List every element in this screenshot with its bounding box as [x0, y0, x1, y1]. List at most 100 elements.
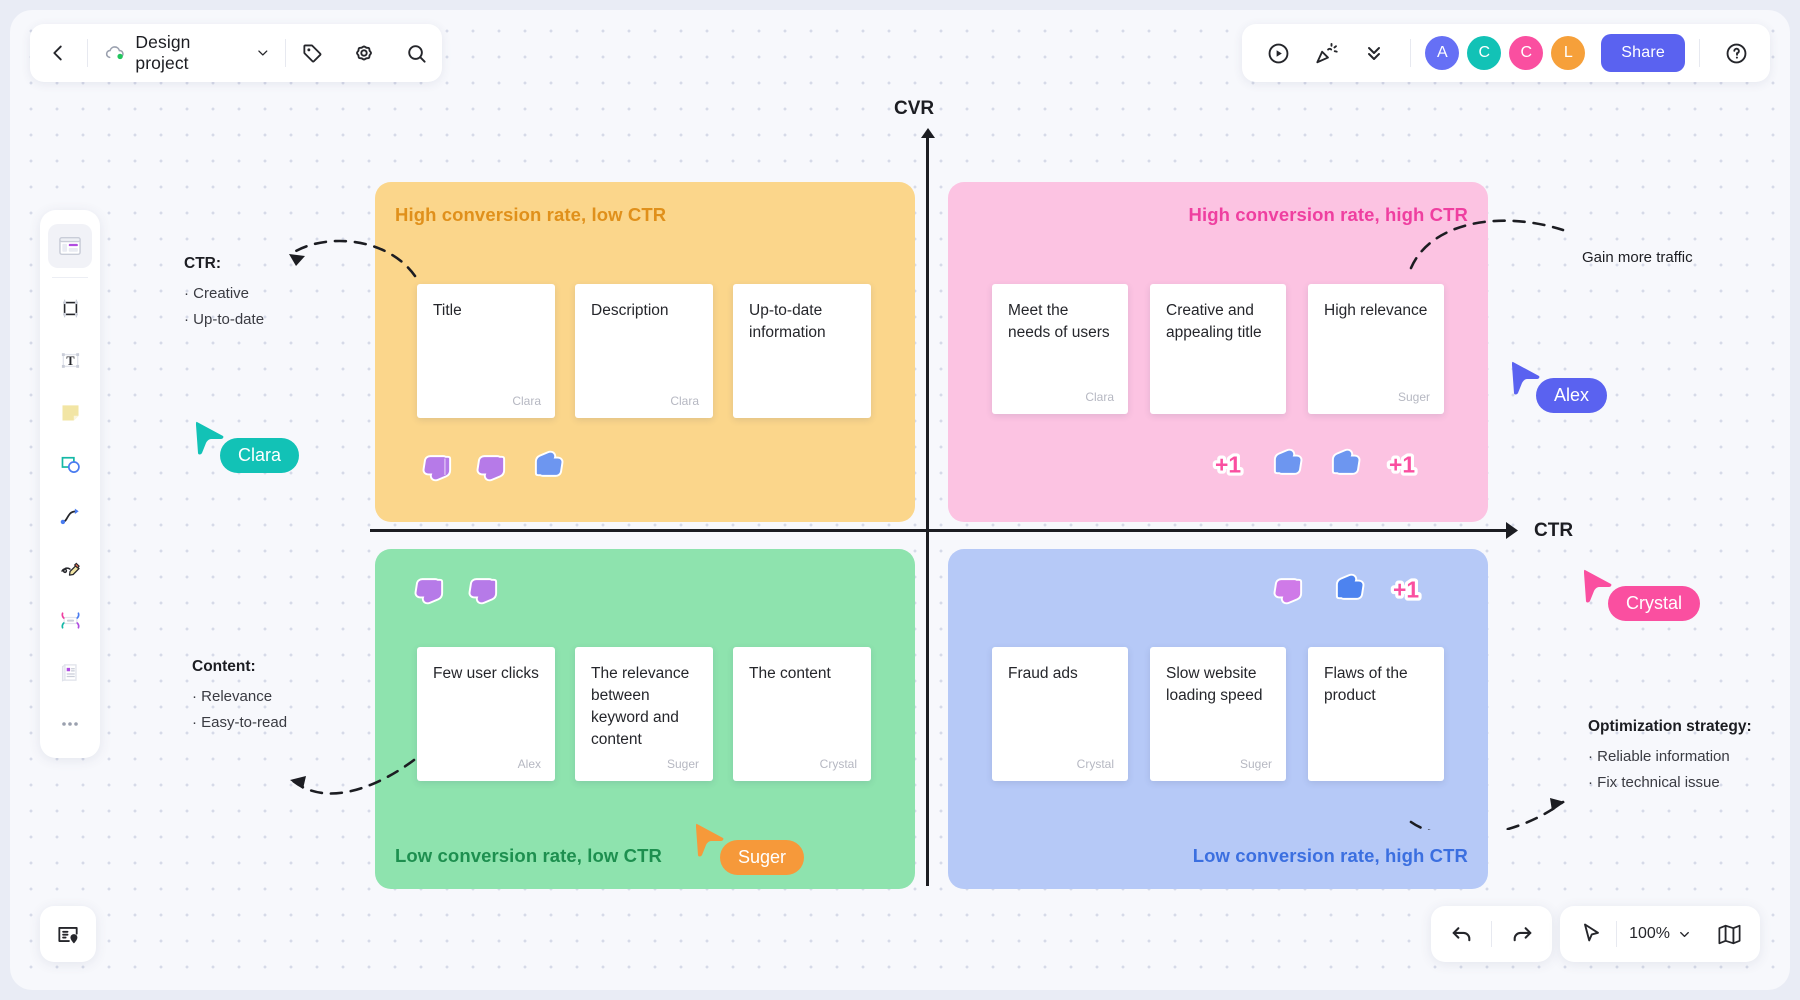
sticky-card[interactable]: High relevance Suger — [1308, 284, 1444, 414]
annotation-heading: Content: — [192, 658, 256, 675]
sticky-card[interactable]: Title Clara — [417, 284, 555, 418]
present-button[interactable] — [1256, 24, 1300, 82]
annotation-item: · Creative — [184, 285, 250, 302]
collapse-button[interactable] — [1352, 24, 1396, 82]
axis-vertical — [926, 136, 929, 886]
mindmap-tool[interactable] — [48, 598, 92, 642]
avatar[interactable]: L — [1551, 36, 1586, 70]
thumbs-up-icon[interactable] — [1264, 442, 1308, 486]
sticky-note-tool[interactable] — [48, 390, 92, 434]
help-button[interactable] — [1714, 24, 1758, 82]
document-icon — [61, 663, 77, 682]
map-list-panel-icon — [57, 926, 78, 943]
arrow-to-content-note — [290, 758, 416, 795]
plus-one-icon[interactable]: +1 +1 — [1384, 567, 1428, 611]
cursor-pointer-icon — [1584, 923, 1600, 942]
thumbs-down-icon[interactable] — [1268, 567, 1312, 611]
sticky-card[interactable]: Slow website loading speed Suger — [1150, 647, 1286, 781]
card-author: Suger — [1239, 757, 1272, 771]
share-button[interactable]: Share — [1601, 34, 1685, 72]
avatar-initial: C — [1478, 44, 1491, 61]
frame-tool[interactable] — [48, 286, 92, 330]
thumbs-up-icon[interactable] — [1326, 567, 1370, 611]
card-text: High relevance — [1324, 302, 1428, 319]
pencil-scribble-icon — [60, 562, 80, 576]
gear-icon — [356, 45, 372, 61]
tag-button[interactable] — [286, 24, 338, 82]
reaction-group — [417, 444, 569, 488]
quadrant-low-cvr-low-ctr[interactable]: Low conversion rate, low CTR Few user cl… — [375, 549, 915, 889]
cursor-alex: Alex — [1510, 360, 1608, 413]
card-text: Up-to-date information — [749, 302, 826, 341]
sticky-card[interactable]: The relevance between keyword and conten… — [575, 647, 713, 781]
chevron-down-icon — [258, 50, 268, 56]
card-author: Crystal — [819, 757, 857, 771]
svg-text:+1: +1 — [1389, 451, 1415, 477]
zoom-level-dropdown[interactable]: 100% — [1617, 925, 1704, 943]
settings-button[interactable] — [338, 24, 390, 82]
sticky-card[interactable]: Description Clara — [575, 284, 713, 418]
sticky-card[interactable]: Fraud ads Crystal — [992, 647, 1128, 781]
template-tool[interactable] — [48, 224, 92, 268]
thumbs-up-icon[interactable] — [525, 444, 569, 488]
undo-button[interactable] — [1431, 906, 1491, 962]
thumbs-up-icon[interactable] — [1322, 442, 1366, 486]
history-controls — [1431, 906, 1552, 962]
annotation-optimization: Optimization strategy: · Reliable inform… — [1588, 718, 1752, 800]
connector-tool[interactable] — [48, 494, 92, 538]
zoom-controls: 100% — [1560, 906, 1760, 962]
redo-icon — [1513, 926, 1531, 941]
card-author: Clara — [512, 394, 541, 408]
annotation-heading: CTR: — [184, 255, 222, 272]
quadrant-low-cvr-high-ctr[interactable]: Low conversion rate, high CTR +1 +1 Frau… — [948, 549, 1488, 889]
card-text: Few user clicks — [433, 665, 539, 682]
shape-tool[interactable] — [48, 442, 92, 486]
text-tool[interactable]: T — [48, 338, 92, 382]
undo-icon — [1452, 926, 1470, 941]
pointer-tool-button[interactable] — [1566, 906, 1616, 962]
pen-tool[interactable] — [48, 546, 92, 590]
project-name-dropdown[interactable]: Design project — [88, 24, 285, 82]
plus-one-icon[interactable]: +1 +1 — [1380, 442, 1424, 486]
plus-one-icon[interactable]: +1 +1 — [1206, 442, 1250, 486]
cursor-label: Alex — [1536, 378, 1608, 413]
sticky-card[interactable]: Up-to-date information — [733, 284, 871, 418]
avatar[interactable]: A — [1425, 36, 1460, 70]
reaction-group — [409, 567, 507, 611]
axis-arrow-right-icon — [1506, 522, 1518, 539]
search-button[interactable] — [390, 24, 442, 82]
redo-button[interactable] — [1492, 906, 1552, 962]
avatar[interactable]: C — [1509, 36, 1544, 70]
template-icon — [59, 236, 81, 256]
avatar[interactable]: C — [1467, 36, 1502, 70]
sticky-card[interactable]: Meet the needs of users Clara — [992, 284, 1128, 414]
sticky-card[interactable]: Few user clicks Alex — [417, 647, 555, 781]
thumbs-down-icon[interactable] — [409, 567, 453, 611]
annotation-item: · Reliable information — [1588, 748, 1730, 765]
curved-arrow-icon — [60, 508, 79, 524]
sticky-card[interactable]: Creative and appealing title — [1150, 284, 1286, 414]
thumbs-down-icon[interactable] — [471, 444, 515, 488]
collaboration-toolbar: A C C L Share — [1242, 24, 1770, 82]
cursor-label: Suger — [720, 840, 805, 875]
board-panel-button[interactable] — [40, 906, 96, 962]
back-button[interactable] — [30, 24, 87, 82]
shapes-icon — [61, 456, 80, 473]
arrow-to-gain-traffic — [1409, 219, 1565, 270]
whiteboard-canvas[interactable]: Design project A C C L Share T CVR CTR H… — [10, 10, 1790, 990]
celebrate-button[interactable] — [1304, 24, 1348, 82]
sticky-card[interactable]: The content Crystal — [733, 647, 871, 781]
annotation-item: · Up-to-date — [184, 311, 265, 328]
thumbs-down-icon[interactable] — [417, 444, 461, 488]
reaction-group: +1 +1 — [1268, 567, 1428, 611]
more-tools-button[interactable] — [48, 702, 92, 746]
minimap-button[interactable] — [1704, 906, 1754, 962]
share-label: Share — [1621, 44, 1665, 61]
tool-rail: T — [40, 210, 100, 758]
document-tool[interactable] — [48, 650, 92, 694]
chevron-down-icon — [1680, 931, 1689, 937]
quadrant-title: Low conversion rate, low CTR — [395, 845, 662, 866]
thumbs-down-icon[interactable] — [463, 567, 507, 611]
divider — [1699, 39, 1700, 67]
quadrant-high-cvr-low-ctr[interactable]: High conversion rate, low CTR Title Clar… — [375, 182, 915, 522]
